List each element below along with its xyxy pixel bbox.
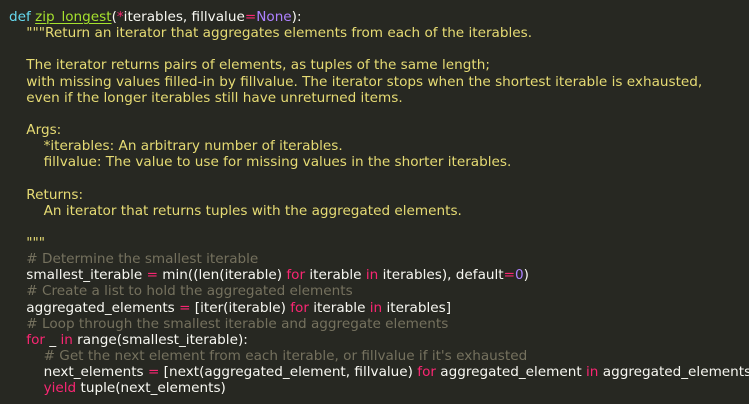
code-token: aggregated_element	[435, 364, 587, 381]
code-token: iterables), default	[378, 267, 504, 284]
code-token: yield	[43, 380, 77, 397]
code-token: =	[503, 267, 516, 284]
code-line[interactable]	[9, 41, 749, 57]
code-token: None	[256, 9, 292, 25]
code-token: aggregated_elements	[26, 299, 180, 316]
code-token: smallest_iterable	[26, 267, 147, 284]
code-token: iterable	[305, 267, 366, 284]
code-token: =	[179, 299, 191, 316]
code-token: """Return an iterator that aggregates el…	[26, 25, 533, 42]
code-line[interactable]: *iterables: An arbitrary number of itera…	[9, 138, 749, 154]
code-token: Returns:	[26, 186, 84, 203]
code-line[interactable]: """	[9, 235, 749, 251]
code-token: iterable	[308, 299, 370, 316]
code-line[interactable]: aggregated_elements = [iter(iterable) fo…	[9, 300, 749, 316]
code-line[interactable]: """Return an iterator that aggregates el…	[9, 25, 749, 41]
code-token: =	[244, 9, 257, 25]
code-token: in	[60, 331, 73, 348]
code-token: )	[523, 267, 529, 284]
code-line[interactable]: for _ in range(smallest_iterable):	[9, 332, 749, 348]
code-token: # Create a list to hold the aggregated e…	[26, 283, 353, 300]
code-line[interactable]: with missing values filled-in by fillval…	[9, 74, 749, 90]
code-token: for	[290, 299, 309, 316]
code-line[interactable]: yield tuple(next_elements)	[9, 380, 749, 396]
code-token: range(smallest_iterable):	[72, 331, 248, 348]
code-line[interactable]: def zip_longest(*iterables, fillvalue=No…	[9, 9, 749, 25]
code-token: in	[365, 267, 379, 284]
code-token: even if the longer iterables still have …	[26, 89, 403, 106]
code-editor[interactable]: def zip_longest(*iterables, fillvalue=No…	[0, 0, 749, 404]
code-token: The iterator returns pairs of elements, …	[26, 57, 490, 74]
code-token: # Loop through the smallest iterable and…	[26, 315, 449, 332]
code-line[interactable]: Returns:	[9, 187, 749, 203]
code-line[interactable]: smallest_iterable = min((len(iterable) f…	[9, 267, 749, 283]
code-token: [next(aggregated_element, fillvalue)	[159, 364, 418, 381]
code-token: for	[26, 331, 45, 348]
code-token: # Get the next element from each iterabl…	[43, 347, 528, 364]
code-token: iterables, fillvalue	[123, 9, 245, 25]
code-token: zip_longest	[35, 9, 112, 25]
code-token: with missing values filled-in by fillval…	[26, 73, 703, 90]
code-token: [iter(iterable)	[190, 299, 291, 316]
code-token: *iterables: An arbitrary number of itera…	[43, 138, 343, 155]
code-line[interactable]	[9, 219, 749, 235]
code-token: *	[116, 9, 124, 25]
code-line[interactable]: even if the longer iterables still have …	[9, 90, 749, 106]
code-token: """	[26, 234, 46, 251]
code-token: fillvalue: The value to use for missing …	[43, 154, 512, 171]
code-block[interactable]: def zip_longest(*iterables, fillvalue=No…	[9, 9, 749, 396]
code-line[interactable]: The iterator returns pairs of elements, …	[9, 57, 749, 73]
code-token: _	[45, 331, 61, 348]
code-token: for	[286, 267, 306, 284]
code-token: min((len(iterable)	[157, 267, 287, 284]
code-token: =	[147, 364, 160, 381]
code-token: ):	[291, 9, 302, 25]
code-token: An iterator that returns tuples with the…	[43, 202, 462, 219]
code-token: iterables]	[382, 299, 452, 316]
code-line[interactable]: # Determine the smallest iterable	[9, 251, 749, 267]
code-token: next_elements	[43, 364, 148, 381]
code-line[interactable]: next_elements = [next(aggregated_element…	[9, 364, 749, 380]
code-token: Args:	[26, 121, 62, 138]
code-line[interactable]: # Loop through the smallest iterable and…	[9, 316, 749, 332]
code-token: =	[146, 267, 158, 284]
code-token: 0	[515, 267, 524, 284]
code-token: aggregated_elements]	[598, 364, 749, 381]
code-token: in	[369, 299, 383, 316]
code-line[interactable]: An iterator that returns tuples with the…	[9, 203, 749, 219]
code-line[interactable]: # Get the next element from each iterabl…	[9, 348, 749, 364]
code-line[interactable]	[9, 170, 749, 186]
code-token: # Determine the smallest iterable	[26, 251, 259, 268]
code-token: def	[9, 9, 31, 25]
code-token: tuple(next_elements)	[76, 380, 226, 397]
code-line[interactable]: fillvalue: The value to use for missing …	[9, 154, 749, 170]
code-token: for	[417, 364, 436, 381]
code-line[interactable]: # Create a list to hold the aggregated e…	[9, 283, 749, 299]
code-line[interactable]: Args:	[9, 122, 749, 138]
code-token: in	[586, 364, 599, 381]
code-line[interactable]	[9, 106, 749, 122]
